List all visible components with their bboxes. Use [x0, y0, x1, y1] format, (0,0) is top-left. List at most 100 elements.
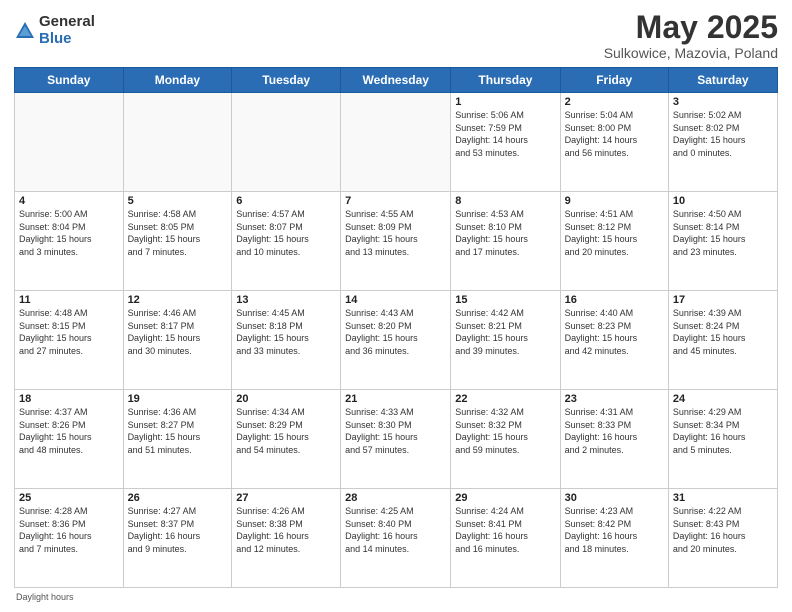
day-info: Sunrise: 4:34 AM Sunset: 8:29 PM Dayligh… — [236, 407, 309, 455]
header-cell-tuesday: Tuesday — [232, 68, 341, 93]
day-cell: 28Sunrise: 4:25 AM Sunset: 8:40 PM Dayli… — [341, 489, 451, 588]
logo: General Blue — [14, 14, 95, 47]
day-cell: 30 Sunrise: 4:23 AM Sunset: 8:42 PM Dayli… — [560, 489, 668, 588]
calendar-table: SundayMondayTuesdayWednesdayThursdayFrid… — [14, 67, 778, 588]
day-info: Sunrise: 4:50 AM Sunset: 8:14 PM Dayligh… — [673, 209, 746, 257]
day-cell — [15, 93, 124, 192]
day-number: 26 — [128, 492, 228, 504]
week-row-4: 25Sunrise: 4:28 AM Sunset: 8:36 PM Dayli… — [15, 489, 778, 588]
day-number: 24 — [673, 393, 773, 405]
day-info: Sunrise: 4:46 AM Sunset: 8:17 PM Dayligh… — [128, 308, 201, 356]
day-number: 10 — [673, 195, 773, 207]
day-info: Sunrise: 4:58 AM Sunset: 8:05 PM Dayligh… — [128, 209, 201, 257]
day-info: Sunrise: 4:29 AM Sunset: 8:34 PM Dayligh… — [673, 407, 746, 455]
day-info: Sunrise: 4:55 AM Sunset: 8:09 PM Dayligh… — [345, 209, 418, 257]
day-number: 17 — [673, 294, 773, 306]
subtitle: Sulkowice, Mazovia, Poland — [604, 45, 778, 61]
header-cell-sunday: Sunday — [15, 68, 124, 93]
day-cell: 14Sunrise: 4:43 AM Sunset: 8:20 PM Dayli… — [341, 291, 451, 390]
day-number: 12 — [128, 294, 228, 306]
day-info: Sunrise: 4:27 AM Sunset: 8:37 PM Dayligh… — [128, 506, 201, 554]
day-cell: 17 Sunrise: 4:39 AM Sunset: 8:24 PM Dayli… — [668, 291, 777, 390]
day-number: 6 — [236, 195, 336, 207]
day-number: 21 — [345, 393, 446, 405]
day-cell: 21 Sunrise: 4:33 AM Sunset: 8:30 PM Dayli… — [341, 390, 451, 489]
day-info: Sunrise: 5:04 AM Sunset: 8:00 PM Dayligh… — [565, 110, 638, 158]
day-number: 11 — [19, 294, 119, 306]
week-row-3: 18 Sunrise: 4:37 AM Sunset: 8:26 PM Dayli… — [15, 390, 778, 489]
day-cell: 27Sunrise: 4:26 AM Sunset: 8:38 PM Dayli… — [232, 489, 341, 588]
header-cell-monday: Monday — [123, 68, 232, 93]
day-number: 22 — [455, 393, 555, 405]
logo-icon — [14, 20, 36, 42]
day-number: 25 — [19, 492, 119, 504]
day-cell: 24 Sunrise: 4:29 AM Sunset: 8:34 PM Dayli… — [668, 390, 777, 489]
day-cell: 5Sunrise: 4:58 AM Sunset: 8:05 PM Daylig… — [123, 192, 232, 291]
day-cell: 2 Sunrise: 5:04 AM Sunset: 8:00 PM Daylig… — [560, 93, 668, 192]
day-number: 1 — [455, 96, 555, 108]
day-number: 2 — [565, 96, 664, 108]
day-info: Sunrise: 5:00 AM Sunset: 8:04 PM Dayligh… — [19, 209, 92, 257]
day-info: Sunrise: 4:22 AM Sunset: 8:43 PM Dayligh… — [673, 506, 746, 554]
day-number: 29 — [455, 492, 555, 504]
day-cell: 13Sunrise: 4:45 AM Sunset: 8:18 PM Dayli… — [232, 291, 341, 390]
day-cell: 26 Sunrise: 4:27 AM Sunset: 8:37 PM Dayli… — [123, 489, 232, 588]
day-info: Sunrise: 4:40 AM Sunset: 8:23 PM Dayligh… — [565, 308, 638, 356]
day-cell: 8 Sunrise: 4:53 AM Sunset: 8:10 PM Daylig… — [451, 192, 560, 291]
day-info: Sunrise: 4:26 AM Sunset: 8:38 PM Dayligh… — [236, 506, 309, 554]
header-cell-saturday: Saturday — [668, 68, 777, 93]
day-number: 3 — [673, 96, 773, 108]
logo-text: General Blue — [39, 14, 95, 47]
day-info: Sunrise: 4:43 AM Sunset: 8:20 PM Dayligh… — [345, 308, 418, 356]
day-number: 15 — [455, 294, 555, 306]
week-row-0: 1 Sunrise: 5:06 AM Sunset: 7:59 PM Daylig… — [15, 93, 778, 192]
page: General Blue May 2025 Sulkowice, Mazovia… — [0, 0, 792, 612]
day-cell: 7 Sunrise: 4:55 AM Sunset: 8:09 PM Daylig… — [341, 192, 451, 291]
day-cell: 16 Sunrise: 4:40 AM Sunset: 8:23 PM Dayli… — [560, 291, 668, 390]
day-cell: 18 Sunrise: 4:37 AM Sunset: 8:26 PM Dayli… — [15, 390, 124, 489]
day-info: Sunrise: 4:51 AM Sunset: 8:12 PM Dayligh… — [565, 209, 638, 257]
day-info: Sunrise: 4:39 AM Sunset: 8:24 PM Dayligh… — [673, 308, 746, 356]
day-cell — [341, 93, 451, 192]
day-info: Sunrise: 4:48 AM Sunset: 8:15 PM Dayligh… — [19, 308, 92, 356]
day-number: 30 — [565, 492, 664, 504]
day-cell: 12 Sunrise: 4:46 AM Sunset: 8:17 PM Dayli… — [123, 291, 232, 390]
day-number: 8 — [455, 195, 555, 207]
day-cell: 1 Sunrise: 5:06 AM Sunset: 7:59 PM Daylig… — [451, 93, 560, 192]
day-number: 19 — [128, 393, 228, 405]
day-number: 31 — [673, 492, 773, 504]
day-info: Sunrise: 4:23 AM Sunset: 8:42 PM Dayligh… — [565, 506, 638, 554]
day-info: Sunrise: 4:37 AM Sunset: 8:26 PM Dayligh… — [19, 407, 92, 455]
day-cell: 3 Sunrise: 5:02 AM Sunset: 8:02 PM Daylig… — [668, 93, 777, 192]
day-info: Sunrise: 4:53 AM Sunset: 8:10 PM Dayligh… — [455, 209, 528, 257]
day-info: Sunrise: 4:33 AM Sunset: 8:30 PM Dayligh… — [345, 407, 418, 455]
day-cell: 4 Sunrise: 5:00 AM Sunset: 8:04 PM Daylig… — [15, 192, 124, 291]
day-info: Sunrise: 4:36 AM Sunset: 8:27 PM Dayligh… — [128, 407, 201, 455]
header-row: SundayMondayTuesdayWednesdayThursdayFrid… — [15, 68, 778, 93]
logo-blue: Blue — [39, 31, 95, 48]
day-cell — [123, 93, 232, 192]
day-number: 18 — [19, 393, 119, 405]
day-number: 23 — [565, 393, 664, 405]
day-cell — [232, 93, 341, 192]
footer-note: Daylight hours — [14, 592, 778, 602]
day-number: 9 — [565, 195, 664, 207]
day-info: Sunrise: 4:25 AM Sunset: 8:40 PM Dayligh… — [345, 506, 418, 554]
week-row-1: 4 Sunrise: 5:00 AM Sunset: 8:04 PM Daylig… — [15, 192, 778, 291]
day-number: 7 — [345, 195, 446, 207]
day-cell: 19 Sunrise: 4:36 AM Sunset: 8:27 PM Dayli… — [123, 390, 232, 489]
header-cell-friday: Friday — [560, 68, 668, 93]
day-info: Sunrise: 5:06 AM Sunset: 7:59 PM Dayligh… — [455, 110, 528, 158]
logo-general: General — [39, 14, 95, 31]
day-cell: 11 Sunrise: 4:48 AM Sunset: 8:15 PM Dayli… — [15, 291, 124, 390]
day-number: 16 — [565, 294, 664, 306]
calendar-body: 1 Sunrise: 5:06 AM Sunset: 7:59 PM Daylig… — [15, 93, 778, 588]
day-info: Sunrise: 4:24 AM Sunset: 8:41 PM Dayligh… — [455, 506, 528, 554]
day-info: Sunrise: 4:31 AM Sunset: 8:33 PM Dayligh… — [565, 407, 638, 455]
header-cell-wednesday: Wednesday — [341, 68, 451, 93]
day-cell: 29 Sunrise: 4:24 AM Sunset: 8:41 PM Dayli… — [451, 489, 560, 588]
day-cell: 10 Sunrise: 4:50 AM Sunset: 8:14 PM Dayli… — [668, 192, 777, 291]
day-info: Sunrise: 5:02 AM Sunset: 8:02 PM Dayligh… — [673, 110, 746, 158]
title-block: May 2025 Sulkowice, Mazovia, Poland — [604, 10, 778, 61]
day-number: 4 — [19, 195, 119, 207]
